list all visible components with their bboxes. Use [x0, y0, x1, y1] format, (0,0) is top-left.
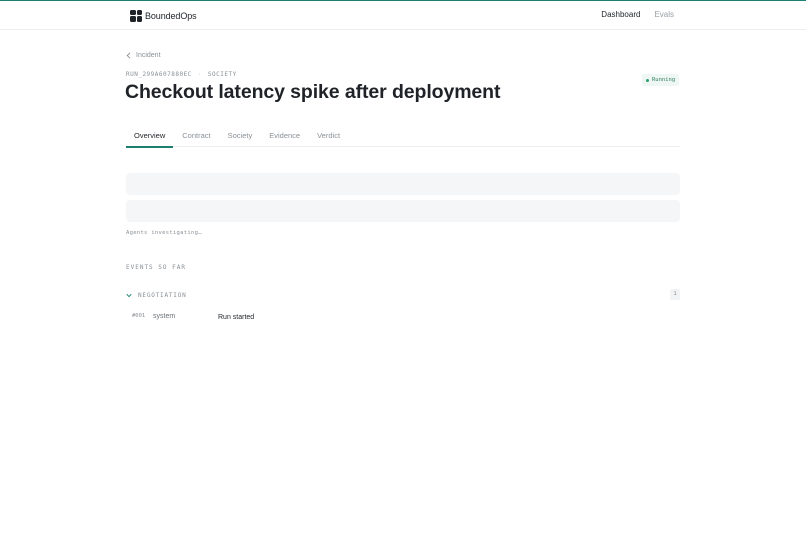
back-link-label: Incident — [136, 52, 161, 59]
chevron-down-icon — [126, 293, 132, 297]
loading-skeleton-bar — [126, 200, 680, 222]
nav-evals[interactable]: Evals — [654, 10, 674, 19]
boundedops-logo-icon — [130, 9, 142, 22]
tab-bar: Overview Contract Society Evidence Verdi… — [126, 124, 680, 148]
brand-logo[interactable]: BoundedOps — [130, 9, 197, 22]
app-header: BoundedOps Dashboard Evals — [0, 1, 806, 30]
back-to-incident-link[interactable]: Incident — [126, 52, 161, 59]
event-row[interactable]: #001 system Run started — [132, 312, 680, 324]
top-nav: Dashboard Evals — [601, 10, 674, 19]
meta-separator: · — [197, 71, 202, 78]
event-group-negotiation[interactable]: NEGOTIATION 1 — [126, 289, 680, 301]
run-mode: SOCIETY — [207, 71, 237, 78]
status-badge: Running — [642, 74, 680, 86]
status-dot-icon — [646, 78, 649, 82]
page-title: Checkout latency spike after deployment — [125, 81, 501, 103]
event-actor: system — [153, 313, 176, 320]
run-meta: RUN_299A607880EC · SOCIETY — [126, 71, 237, 78]
run-id: RUN_299A607880EC — [126, 71, 192, 78]
event-message: Run started — [218, 314, 255, 321]
loading-status-text: Agents investigating… — [126, 230, 202, 236]
events-section-title: EVENTS SO FAR — [126, 264, 186, 271]
status-badge-label: Running — [652, 77, 676, 83]
tab-verdict[interactable]: Verdict — [309, 124, 348, 147]
brand-name: BoundedOps — [145, 10, 197, 21]
tab-overview[interactable]: Overview — [126, 124, 174, 148]
event-number: #001 — [132, 313, 146, 319]
tab-society[interactable]: Society — [220, 124, 261, 147]
event-group-name: NEGOTIATION — [138, 291, 187, 299]
tab-contract[interactable]: Contract — [174, 124, 218, 147]
chevron-left-icon — [126, 52, 131, 59]
tab-evidence[interactable]: Evidence — [261, 124, 308, 147]
loading-skeleton-bar — [126, 173, 680, 195]
nav-dashboard[interactable]: Dashboard — [601, 10, 640, 19]
event-group-count: 1 — [670, 289, 680, 300]
